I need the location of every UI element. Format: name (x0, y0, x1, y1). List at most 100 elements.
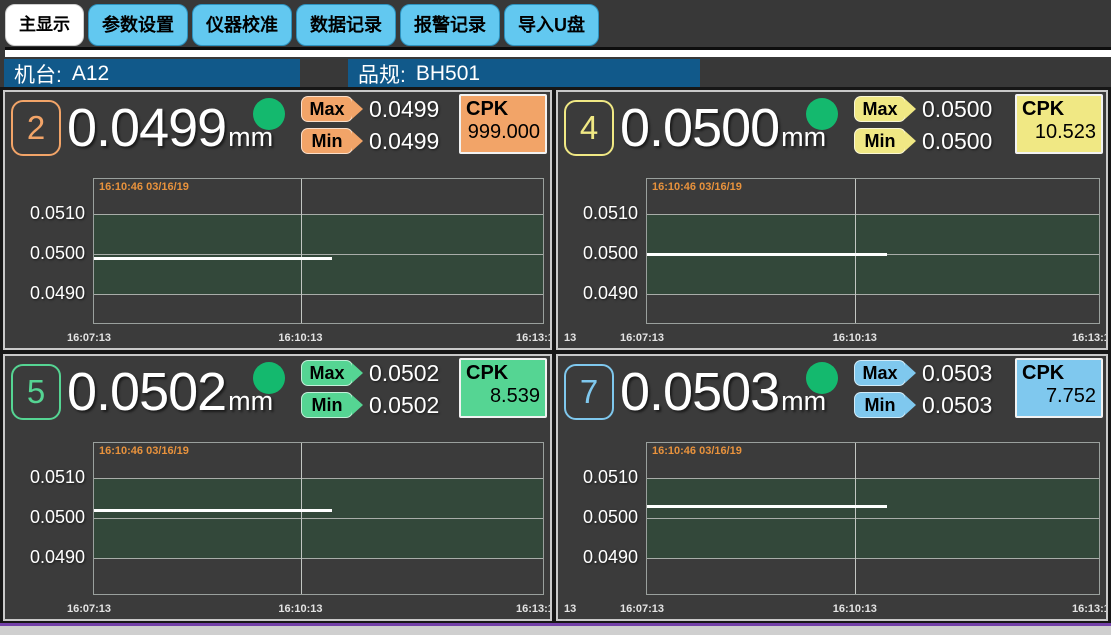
max-value: 0.0500 (922, 96, 992, 123)
cpk-box: CPK 7.752 (1015, 358, 1103, 418)
footer-strip (0, 626, 1111, 635)
channel-panel-4: 4 0.0500mm Max0.0500 Min0.0500 CPK 10.52… (556, 90, 1108, 350)
product-field: 品规: BH501 (348, 59, 700, 89)
y-tick: 0.0500 (562, 242, 638, 264)
min-tag: Min (854, 392, 906, 418)
max-min-block: Max0.0499 Min0.0499 (301, 95, 439, 159)
y-tick: 0.0490 (9, 282, 85, 304)
product-value: BH501 (416, 62, 480, 86)
trend-chart: 0.0510 0.0500 0.0490 16:10:46 03/16/19 1… (9, 174, 546, 346)
hmi-screen: 主显示 参数设置 仪器校准 数据记录 报警记录 导入U盘 机台: A12 品规:… (0, 0, 1111, 635)
machine-field: 机台: A12 (4, 59, 300, 89)
x-tick: 16:13:13 (1072, 603, 1108, 615)
min-tag: Min (301, 128, 353, 154)
max-tag: Max (301, 360, 353, 386)
panel-header: 7 0.0503mm Max0.0503 Min0.0503 CPK 7.752 (558, 356, 1106, 434)
trend-chart: 0.0510 0.0500 0.0490 16:10:46 03/16/19 1… (9, 438, 546, 617)
channel-number: 2 (11, 100, 61, 156)
x-tick: 16:07:13 (67, 603, 111, 615)
channel-number: 5 (11, 364, 61, 420)
chart-timestamp: 16:10:46 03/16/19 (652, 181, 742, 193)
plot-area: 16:10:46 03/16/19 (646, 178, 1100, 324)
x-tick: 16:13:13 (1072, 332, 1108, 344)
tab-main-display[interactable]: 主显示 (5, 4, 84, 46)
y-tick: 0.0510 (562, 202, 638, 224)
measurement-value: 0.0503mm (620, 356, 826, 428)
min-tag: Min (854, 128, 906, 154)
cpk-box: CPK 999.000 (459, 94, 547, 154)
plot-area: 16:10:46 03/16/19 (646, 442, 1100, 595)
status-indicator (253, 362, 285, 394)
panel-header: 4 0.0500mm Max0.0500 Min0.0500 CPK 10.52… (558, 92, 1106, 170)
min-value: 0.0502 (369, 392, 439, 419)
x-tick-spill: 13 (564, 603, 576, 615)
min-value: 0.0500 (922, 128, 992, 155)
x-axis: 16:07:13 16:10:13 16:13:13 (93, 328, 544, 346)
machine-label: 机台: (14, 59, 62, 89)
x-tick: 16:07:13 (620, 603, 664, 615)
status-indicator (253, 98, 285, 130)
max-min-block: Max0.0500 Min0.0500 (854, 95, 992, 159)
chart-timestamp: 16:10:46 03/16/19 (99, 181, 189, 193)
cpk-label: CPK (466, 362, 540, 385)
channel-panel-2: 2 0.0499mm Max0.0499 Min0.0499 CPK 999.0… (3, 90, 552, 350)
tab-alarm-records[interactable]: 报警记录 (400, 4, 500, 46)
x-tick: 16:07:13 (620, 332, 664, 344)
x-tick: 16:10:13 (833, 603, 877, 615)
max-value: 0.0499 (369, 96, 439, 123)
x-tick: 16:13:13 (516, 332, 552, 344)
machine-value: A12 (72, 62, 109, 86)
data-trace (647, 505, 887, 508)
y-tick: 0.0500 (9, 242, 85, 264)
cpk-value: 999.000 (466, 121, 540, 144)
max-min-block: Max 0.0502 Min 0.0502 (301, 359, 439, 423)
tab-bar: 主显示 参数设置 仪器校准 数据记录 报警记录 导入U盘 (5, 4, 599, 46)
x-axis: 16:07:13 16:10:13 16:13:13 (93, 599, 544, 617)
product-label: 品规: (358, 59, 406, 89)
x-tick-spill: 13 (564, 332, 576, 344)
panel-header: 5 0.0502mm Max 0.0502 Min 0.0502 CPK 8.539 (5, 356, 550, 434)
measurement-value: 0.0502mm (67, 356, 273, 428)
plot-area: 16:10:46 03/16/19 (93, 442, 544, 595)
channel-number: 4 (564, 100, 614, 156)
y-tick: 0.0510 (9, 202, 85, 224)
cpk-box: CPK 8.539 (459, 358, 547, 418)
tab-import-usb[interactable]: 导入U盘 (504, 4, 599, 46)
measurement-value: 0.0500mm (620, 92, 826, 164)
status-indicator (806, 362, 838, 394)
status-indicator (806, 98, 838, 130)
y-tick: 0.0490 (9, 546, 85, 568)
x-tick: 16:13:13 (516, 603, 552, 615)
data-trace (647, 253, 887, 256)
x-axis: 16:07:13 16:10:13 16:13:13 13 (646, 328, 1100, 346)
tab-parameter-settings[interactable]: 参数设置 (88, 4, 188, 46)
max-tag: Max (854, 360, 906, 386)
y-tick: 0.0510 (9, 466, 85, 488)
max-value: 0.0502 (369, 360, 439, 387)
cpk-value: 10.523 (1022, 121, 1096, 144)
channel-panel-7: 7 0.0503mm Max0.0503 Min0.0503 CPK 7.752… (556, 354, 1108, 621)
min-value: 0.0503 (922, 392, 992, 419)
x-tick: 16:10:13 (278, 332, 322, 344)
channel-panel-5: 5 0.0502mm Max 0.0502 Min 0.0502 CPK 8.539… (3, 354, 552, 621)
cpk-value: 8.539 (466, 385, 540, 408)
chart-timestamp: 16:10:46 03/16/19 (99, 445, 189, 457)
tab-data-records[interactable]: 数据记录 (296, 4, 396, 46)
plot-area: 16:10:46 03/16/19 (93, 178, 544, 324)
separator-line (5, 47, 1111, 57)
max-min-block: Max0.0503 Min0.0503 (854, 359, 992, 423)
y-tick: 0.0510 (562, 466, 638, 488)
cpk-label: CPK (466, 98, 540, 121)
trend-chart: 0.0510 0.0500 0.0490 16:10:46 03/16/19 1… (562, 438, 1102, 617)
chart-timestamp: 16:10:46 03/16/19 (652, 445, 742, 457)
min-tag: Min (301, 392, 353, 418)
x-tick: 16:10:13 (833, 332, 877, 344)
y-tick: 0.0500 (9, 506, 85, 528)
y-tick: 0.0500 (562, 506, 638, 528)
cpk-label: CPK (1022, 362, 1096, 385)
tab-instrument-calibration[interactable]: 仪器校准 (192, 4, 292, 46)
measurement-value: 0.0499mm (67, 92, 273, 164)
max-tag: Max (301, 96, 353, 122)
channel-number: 7 (564, 364, 614, 420)
panel-header: 2 0.0499mm Max0.0499 Min0.0499 CPK 999.0… (5, 92, 550, 170)
